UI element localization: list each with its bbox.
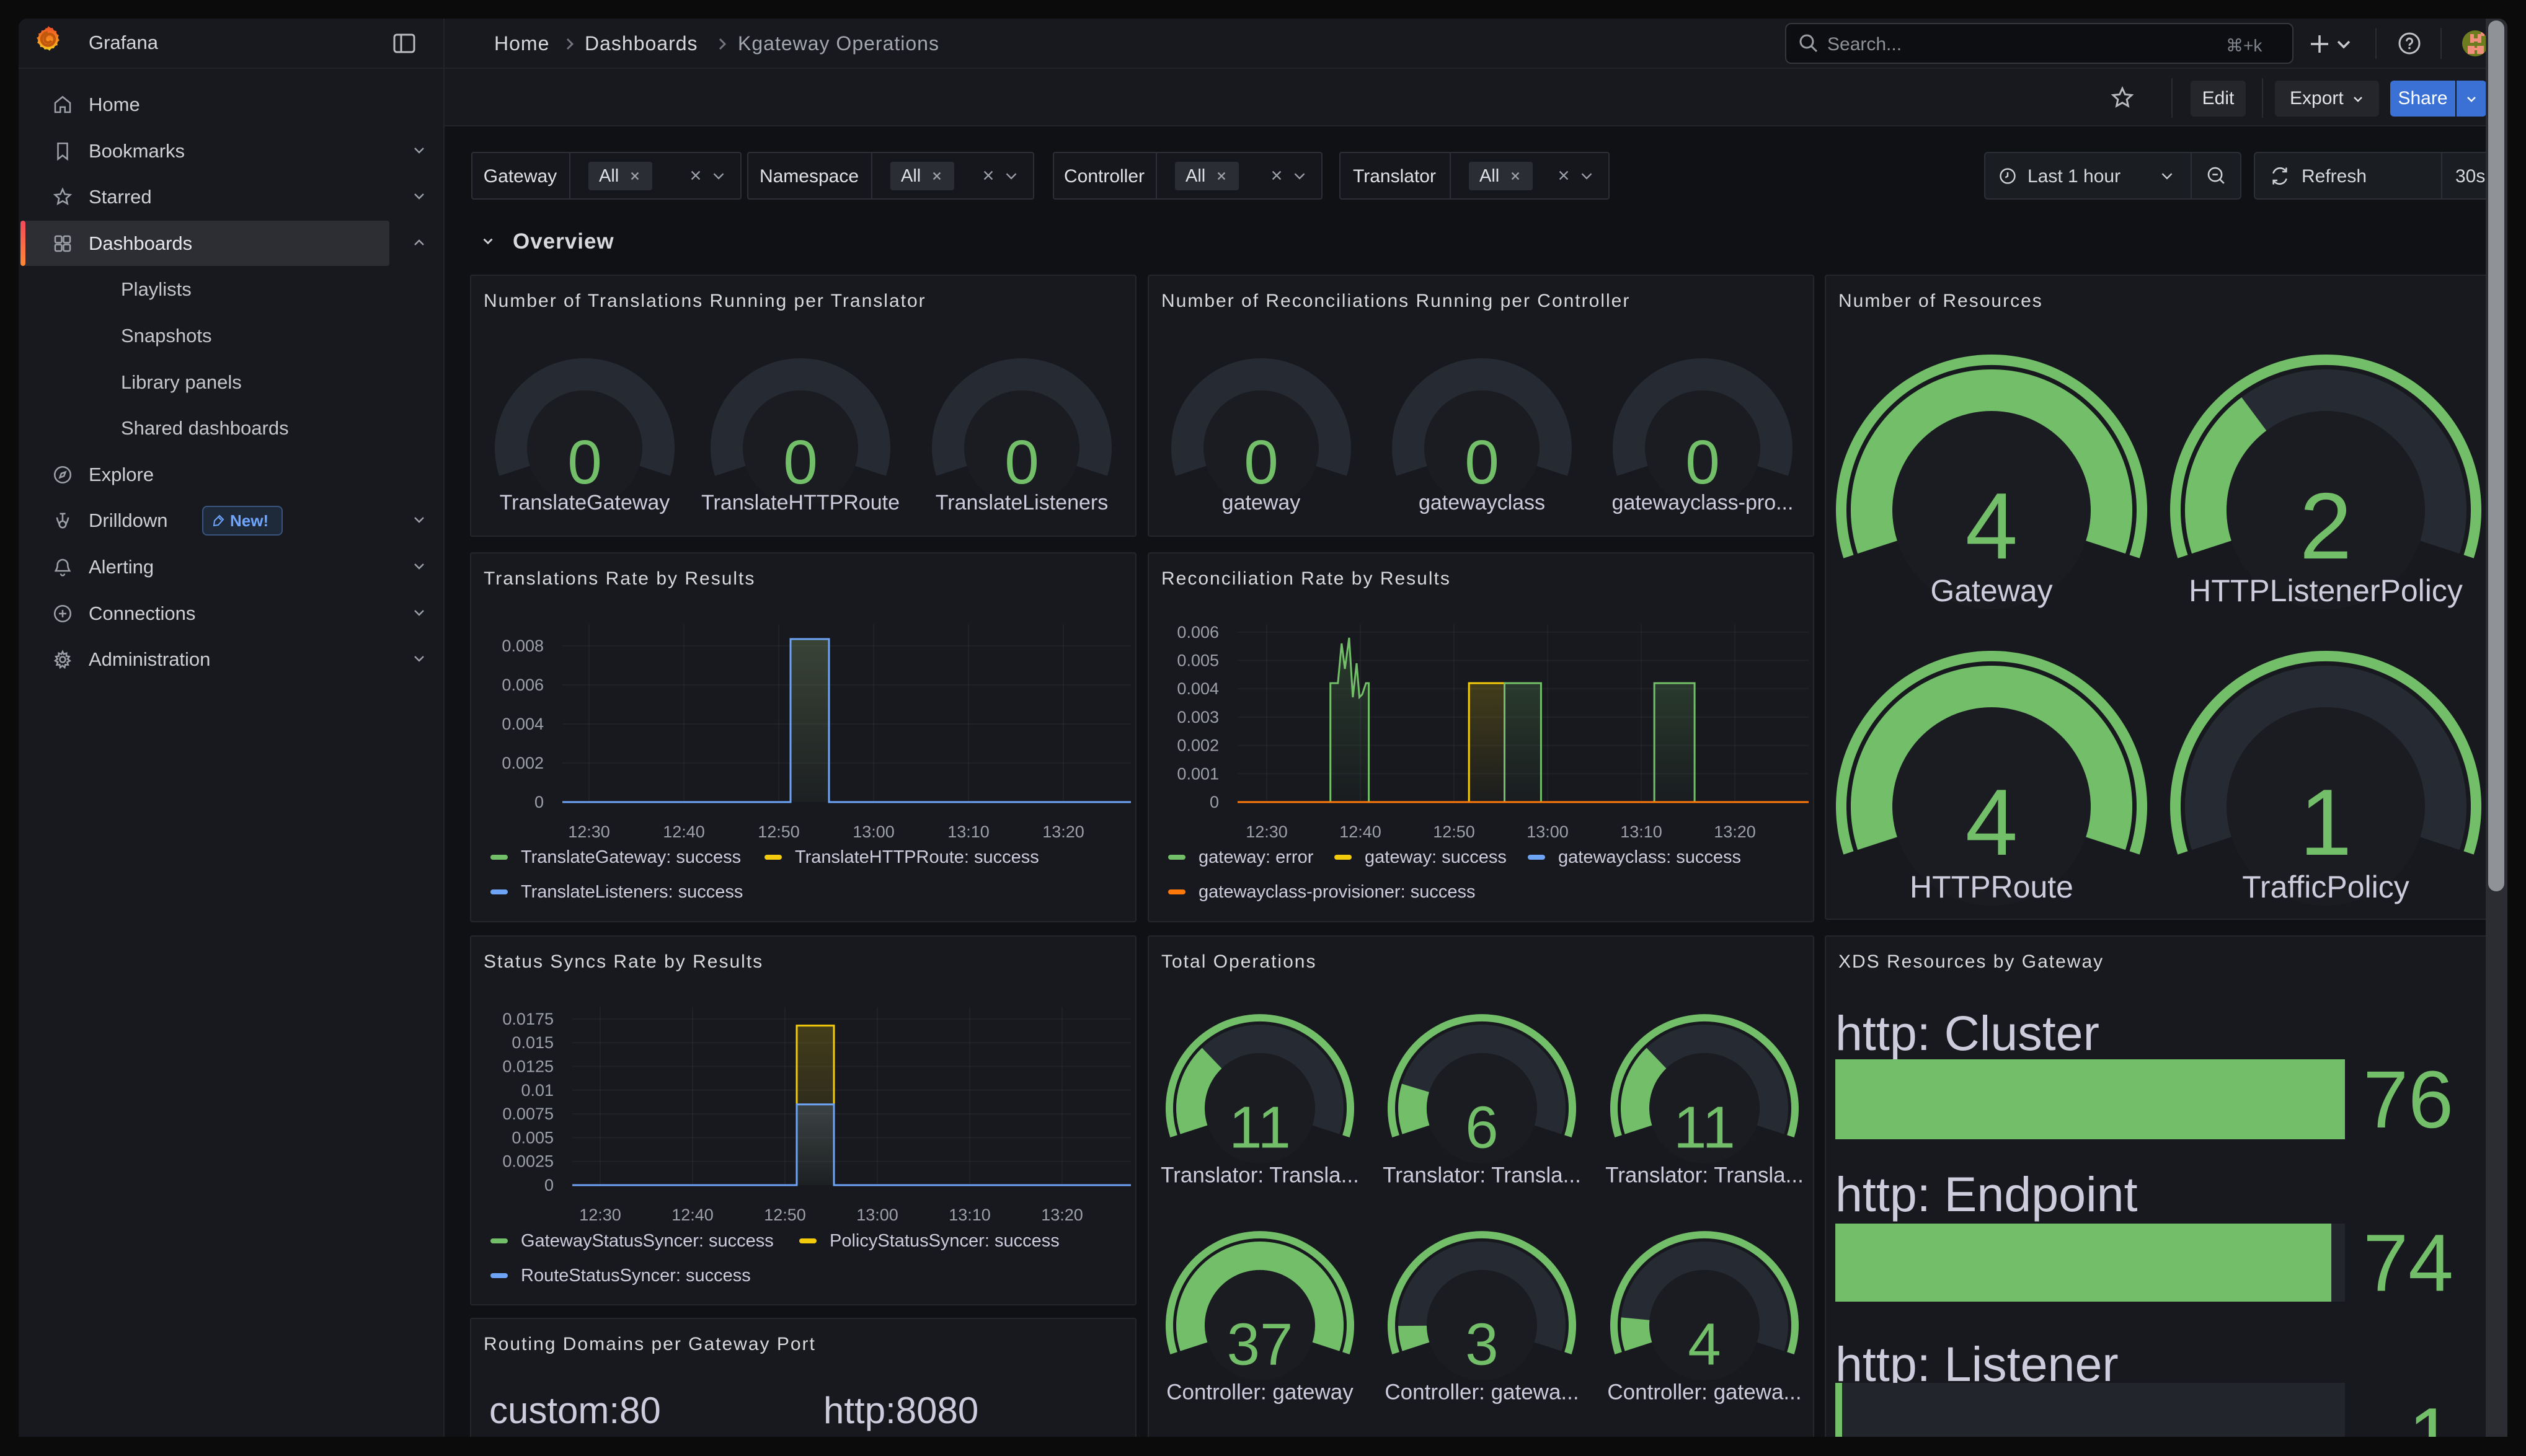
svg-text:Translator: Transla...: Translator: Transla... (1605, 1163, 1804, 1188)
svg-text:0.008: 0.008 (502, 637, 544, 655)
svg-text:13:10: 13:10 (947, 823, 990, 841)
svg-text:0: 0 (1210, 793, 1219, 811)
svg-text:13:00: 13:00 (856, 1206, 898, 1224)
svg-text:0.002: 0.002 (502, 754, 544, 772)
svg-text:12:40: 12:40 (671, 1206, 714, 1224)
svg-text:gatewayclass-pro...: gatewayclass-pro... (1612, 491, 1794, 514)
svg-text:Translator: Transla...: Translator: Transla... (1383, 1163, 1581, 1188)
svg-text:Gateway: Gateway (1930, 573, 2052, 608)
svg-text:gateway: success: gateway: success (1365, 847, 1507, 867)
svg-text:TranslateHTTPRoute: TranslateHTTPRoute (701, 491, 900, 514)
svg-text:76: 76 (2363, 1054, 2453, 1145)
svg-text:GatewayStatusSyncer: success: GatewayStatusSyncer: success (521, 1231, 774, 1251)
svg-text:0: 0 (1004, 428, 1039, 497)
svg-text:12:30: 12:30 (568, 823, 610, 841)
svg-text:13:00: 13:00 (1527, 823, 1569, 841)
svg-text:HTTPListenerPolicy: HTTPListenerPolicy (2189, 573, 2463, 608)
svg-text:12:50: 12:50 (1433, 823, 1475, 841)
svg-text:12:30: 12:30 (579, 1206, 621, 1224)
svg-text:0.0075: 0.0075 (502, 1105, 554, 1123)
svg-text:0.004: 0.004 (1177, 679, 1219, 698)
svg-text:0: 0 (1244, 428, 1279, 497)
svg-text:http: Endpoint: http: Endpoint (1835, 1167, 2138, 1222)
svg-text:0: 0 (1685, 428, 1720, 497)
svg-text:13:10: 13:10 (949, 1206, 991, 1224)
svg-text:13:20: 13:20 (1042, 823, 1084, 841)
svg-text:Controller: gatewa...: Controller: gatewa... (1607, 1380, 1801, 1405)
svg-text:0.0125: 0.0125 (502, 1057, 554, 1076)
svg-text:TranslateHTTPRoute: success: TranslateHTTPRoute: success (795, 847, 1039, 867)
svg-text:0: 0 (783, 428, 818, 497)
svg-text:gateway: error: gateway: error (1199, 847, 1314, 867)
svg-text:13:10: 13:10 (1620, 823, 1662, 841)
svg-text:2: 2 (2300, 474, 2352, 579)
svg-text:0.0025: 0.0025 (502, 1152, 554, 1171)
svg-text:TranslateListeners: TranslateListeners (936, 491, 1108, 514)
svg-text:4: 4 (1688, 1312, 1721, 1378)
svg-text:TranslateGateway: TranslateGateway (500, 491, 670, 514)
svg-text:0: 0 (567, 428, 602, 497)
svg-text:4: 4 (1965, 770, 2018, 875)
svg-text:0.005: 0.005 (1177, 651, 1219, 670)
svg-text:11: 11 (1229, 1095, 1291, 1161)
svg-text:74: 74 (2363, 1217, 2453, 1308)
svg-text:Controller: gateway: Controller: gateway (1166, 1380, 1354, 1405)
svg-text:TranslateGateway: success: TranslateGateway: success (521, 847, 741, 867)
svg-text:1: 1 (2300, 770, 2352, 875)
svg-text:0: 0 (534, 793, 544, 811)
svg-text:12:40: 12:40 (663, 823, 705, 841)
svg-text:13:20: 13:20 (1714, 823, 1756, 841)
svg-text:HTTPRoute: HTTPRoute (1910, 870, 2073, 904)
svg-text:6: 6 (1465, 1095, 1498, 1161)
svg-text:Controller: gatewa...: Controller: gatewa... (1385, 1380, 1579, 1405)
svg-text:0.006: 0.006 (502, 676, 544, 694)
svg-text:4: 4 (1965, 474, 2018, 579)
svg-text:RouteStatusSyncer: success: RouteStatusSyncer: success (521, 1266, 751, 1286)
svg-text:0.001: 0.001 (1177, 764, 1219, 783)
svg-text:0.003: 0.003 (1177, 708, 1219, 726)
svg-text:0.0175: 0.0175 (502, 1010, 554, 1028)
svg-text:12:40: 12:40 (1339, 823, 1381, 841)
svg-text:13:00: 13:00 (853, 823, 895, 841)
svg-text:0.015: 0.015 (512, 1033, 554, 1052)
svg-text:0.01: 0.01 (521, 1081, 554, 1100)
svg-text:gatewayclass: gatewayclass (1419, 491, 1545, 514)
svg-text:37: 37 (1227, 1312, 1293, 1378)
svg-text:0.005: 0.005 (512, 1128, 554, 1147)
svg-text:12:50: 12:50 (758, 823, 800, 841)
svg-text:12:30: 12:30 (1246, 823, 1288, 841)
svg-text:3: 3 (1465, 1312, 1498, 1378)
svg-text:Translator: Transla...: Translator: Transla... (1161, 1163, 1359, 1188)
svg-text:13:20: 13:20 (1041, 1206, 1083, 1224)
svg-text:1: 1 (2408, 1391, 2453, 1437)
svg-text:11: 11 (1673, 1095, 1735, 1161)
svg-text:gatewayclass: success: gatewayclass: success (1558, 847, 1741, 867)
svg-text:gatewayclass-provisioner: succ: gatewayclass-provisioner: success (1199, 882, 1475, 902)
svg-text:0: 0 (1465, 428, 1499, 497)
svg-text:12:50: 12:50 (764, 1206, 806, 1224)
svg-text:0: 0 (544, 1176, 554, 1194)
svg-text:0.006: 0.006 (1177, 623, 1219, 642)
svg-text:TranslateListeners: success: TranslateListeners: success (521, 882, 743, 902)
svg-text:0.002: 0.002 (1177, 736, 1219, 755)
svg-text:0.004: 0.004 (502, 715, 544, 733)
svg-text:PolicyStatusSyncer: success: PolicyStatusSyncer: success (830, 1231, 1060, 1251)
svg-text:TrafficPolicy: TrafficPolicy (2242, 870, 2409, 904)
svg-text:http: Cluster: http: Cluster (1835, 1005, 2099, 1061)
svg-text:gateway: gateway (1222, 491, 1301, 514)
